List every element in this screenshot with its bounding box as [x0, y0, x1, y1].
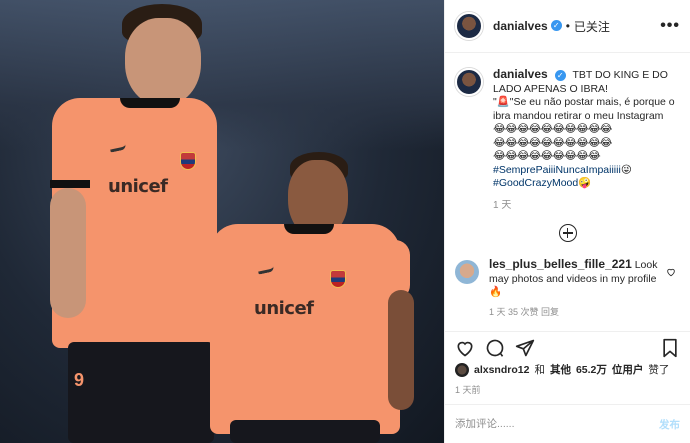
liker-username[interactable]: alxsndro12	[474, 364, 529, 376]
caption-line2: "🚨"Se eu não postar mais, é porque o ibr…	[493, 96, 675, 122]
post-date[interactable]: 1 天前	[455, 383, 481, 396]
post-header: danialves ✓ • 已关注 •••	[445, 0, 690, 53]
share-paper-plane-icon[interactable]	[515, 338, 535, 358]
post-comment-button[interactable]: 发布	[659, 417, 680, 432]
player-left-arm	[50, 188, 86, 318]
caption-avatar[interactable]	[455, 68, 483, 96]
unicef-logo-right: unicef	[254, 298, 314, 319]
comments-section[interactable]: danialves ✓ TBT DO KING E DO LADO APENAS …	[445, 54, 690, 330]
likes-others[interactable]: 其他	[550, 362, 571, 377]
caption-time[interactable]: 1 天	[493, 199, 680, 213]
caption-body: danialves ✓ TBT DO KING E DO LADO APENAS …	[493, 67, 680, 213]
commenter-avatar[interactable]	[455, 260, 479, 284]
comment-item: les_plus_belles_fille_221 Look may photo…	[455, 257, 680, 320]
author-name-wrap: danialves ✓	[493, 17, 562, 35]
player-left-head	[125, 18, 201, 106]
author-username[interactable]: danialves	[493, 19, 548, 33]
caption-emoji-row: 😂😂😂😂😂😂😂😂😂😂	[493, 136, 613, 149]
barca-crest	[180, 152, 196, 170]
save-bookmark-icon[interactable]	[660, 338, 680, 358]
post-side-panel: danialves ✓ • 已关注 ••• danialves ✓ TBT DO K…	[444, 0, 690, 443]
commenter-username[interactable]: les_plus_belles_fille_221	[489, 257, 632, 271]
add-comment-input[interactable]	[455, 418, 659, 430]
load-more-plus-icon[interactable]	[558, 224, 577, 242]
likes-liked: 赞了	[648, 364, 670, 376]
comment-bubble-icon[interactable]	[485, 338, 505, 358]
comment-emoji: 🔥	[489, 286, 503, 298]
caption-emoji-row: 😂😂😂😂😂😂😂😂😂	[493, 150, 601, 162]
likes-summary: alxsndro12 和 其他 65.2万 位用户 赞了	[455, 362, 684, 377]
load-more-comments	[455, 224, 680, 242]
barca-crest	[330, 270, 346, 288]
liker-avatar[interactable]	[455, 362, 469, 377]
verified-badge-icon: ✓	[554, 69, 566, 81]
caption-username[interactable]: danialves	[493, 67, 548, 81]
post-photo[interactable]: unicef 9 unicef	[0, 0, 444, 443]
add-comment-bar: 发布	[445, 404, 690, 443]
comment-like-heart-icon[interactable]	[666, 264, 676, 277]
player-left-cuff	[50, 180, 90, 188]
post-caption: danialves ✓ TBT DO KING E DO LADO APENAS …	[455, 67, 680, 213]
likes-count[interactable]: 65.2万	[576, 362, 607, 377]
comment-body: les_plus_belles_fille_221 Look may photo…	[489, 257, 659, 320]
verified-badge-icon: ✓	[550, 20, 562, 32]
likes-and: 和	[534, 364, 545, 376]
hashtag-link[interactable]: #SemprePaiiiNuncaImpaiiiii	[493, 164, 621, 176]
player-right-collar	[284, 224, 334, 234]
shorts-number: 9	[74, 370, 85, 390]
hashtag-emoji: 😜	[620, 163, 632, 176]
caption-emoji-row: 😂😂😂😂😂😂😂😂😂😂	[493, 123, 613, 135]
author-avatar[interactable]	[455, 12, 483, 40]
player-right-shorts	[230, 420, 380, 443]
like-heart-icon[interactable]	[455, 338, 475, 358]
comment-meta[interactable]: 1 天 35 次赞 回复	[489, 306, 659, 320]
following-button[interactable]: 已关注	[574, 18, 610, 35]
header-separator: •	[565, 19, 570, 33]
hashtag-emoji: 🤪	[578, 177, 592, 189]
unicef-logo-left: unicef	[108, 176, 168, 197]
post-actions-bar	[445, 331, 690, 363]
likes-suffix: 位用户	[611, 364, 644, 376]
player-left-shorts	[68, 342, 214, 443]
hashtag-link[interactable]: #GoodCrazyMood	[493, 177, 578, 189]
player-right: unicef	[200, 150, 440, 443]
player-right-arm	[388, 290, 414, 410]
player-right-shirt	[210, 224, 400, 434]
player-left-collar	[120, 98, 180, 108]
more-options-icon[interactable]: •••	[660, 17, 680, 35]
